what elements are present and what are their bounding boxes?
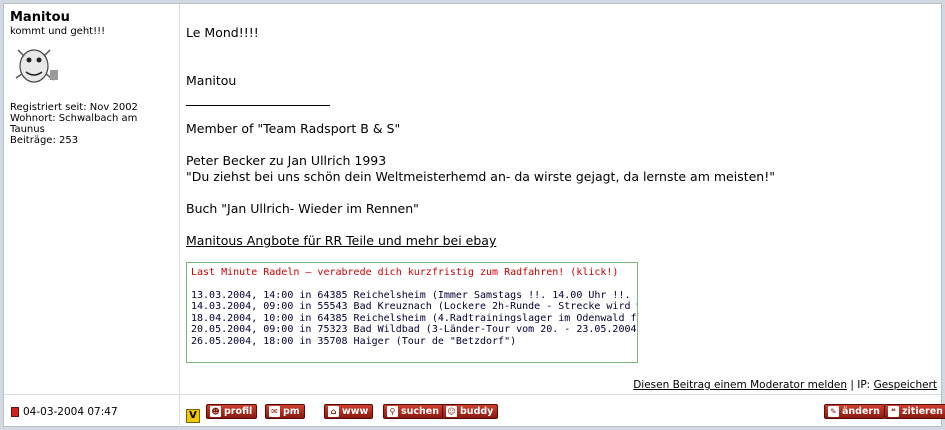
event-item[interactable]: 18.04.2004, 10:00 in 64385 Reichelsheim … xyxy=(191,313,637,325)
event-item[interactable]: 14.03.2004, 09:00 in 55543 Bad Kreuznach… xyxy=(191,301,637,313)
ip-label: | IP: xyxy=(847,379,874,391)
author-posts: Beiträge: 253 xyxy=(10,135,79,146)
post-date: 04-03-2004 07:47 xyxy=(23,406,118,418)
v-badge-icon: V xyxy=(186,409,200,423)
avatar xyxy=(10,40,62,88)
home-icon: ⌂ xyxy=(328,406,339,417)
message-signoff: Manitou xyxy=(186,73,237,88)
event-item[interactable]: 26.05.2004, 18:00 in 35708 Haiger (Tour … xyxy=(191,336,633,348)
event-item[interactable]: 20.05.2004, 09:00 in 75323 Bad Wildbad (… xyxy=(191,324,637,336)
buddy-icon: ☺ xyxy=(446,406,457,417)
buddy-button-label: buddy xyxy=(460,406,494,417)
author-info: Registriert seit: Nov 2002 Wohnort: Schw… xyxy=(10,102,170,146)
edit-button-label: ändern xyxy=(842,406,880,417)
signature-quote-author: Peter Becker zu Jan Ullrich 1993 xyxy=(186,153,387,168)
report-row: Diesen Beitrag einem Moderator melden | … xyxy=(633,379,937,391)
signature-quote: "Du ziehst bei uns schön dein Weltmeiste… xyxy=(186,169,775,184)
events-header[interactable]: Last Minute Radeln – verabrede dich kurz… xyxy=(191,267,633,279)
report-moderator-link[interactable]: Diesen Beitrag einem Moderator melden xyxy=(633,379,847,391)
ebay-link[interactable]: Manitous Angbote für RR Teile und mehr b… xyxy=(186,233,496,248)
author-panel: Manitou kommt und geht!!! Registriert se… xyxy=(4,4,180,393)
pm-button-label: pm xyxy=(283,406,300,417)
mail-icon: ✉ xyxy=(269,406,280,417)
search-button[interactable]: ⚲ suchen xyxy=(383,404,445,419)
signature-book: Buch "Jan Ullrich- Wieder im Rennen" xyxy=(186,201,419,216)
buddy-button[interactable]: ☺ buddy xyxy=(442,404,499,419)
edit-button[interactable]: ✎ ändern xyxy=(824,404,885,419)
search-icon: ⚲ xyxy=(387,406,398,417)
post-icon xyxy=(11,407,19,417)
signature-team: Member of "Team Radsport B & S" xyxy=(186,121,401,136)
message-body: Le Mond!!!! Manitou Member of "Team Rads… xyxy=(186,4,941,393)
search-button-label: suchen xyxy=(401,406,440,417)
profile-button[interactable]: ☻ profil xyxy=(206,404,258,419)
user-icon: ☻ xyxy=(210,406,221,417)
signature-divider xyxy=(186,105,330,106)
event-item[interactable]: 13.03.2004, 14:00 in 64385 Reichelsheim … xyxy=(191,290,633,302)
author-location: Wohnort: Schwalbach am Taunus xyxy=(10,113,138,135)
message-line: Le Mond!!!! xyxy=(186,25,259,40)
quote-button-label: zitieren xyxy=(902,406,943,417)
quote-icon: ❝ xyxy=(888,406,899,417)
www-button[interactable]: ⌂ www xyxy=(324,404,374,419)
profile-button-label: profil xyxy=(224,406,253,417)
ip-link[interactable]: Gespeichert xyxy=(874,379,937,391)
quote-button[interactable]: ❝ zitieren xyxy=(884,404,945,419)
post-meta: 04-03-2004 07:47 xyxy=(4,395,180,428)
author-title: kommt und geht!!! xyxy=(10,26,106,37)
pm-button[interactable]: ✉ pm xyxy=(265,404,305,419)
post-container: Manitou kommt und geht!!! Registriert se… xyxy=(3,3,945,428)
events-box[interactable]: Last Minute Radeln – verabrede dich kurz… xyxy=(186,262,638,363)
www-button-label: www xyxy=(342,406,369,417)
author-registered: Registriert seit: Nov 2002 xyxy=(10,102,138,113)
author-name[interactable]: Manitou xyxy=(10,10,173,25)
post-footer: 04-03-2004 07:47 V ☻ profil ✉ pm ⌂ www ⚲ suc… xyxy=(4,394,945,428)
edit-icon: ✎ xyxy=(828,406,839,417)
